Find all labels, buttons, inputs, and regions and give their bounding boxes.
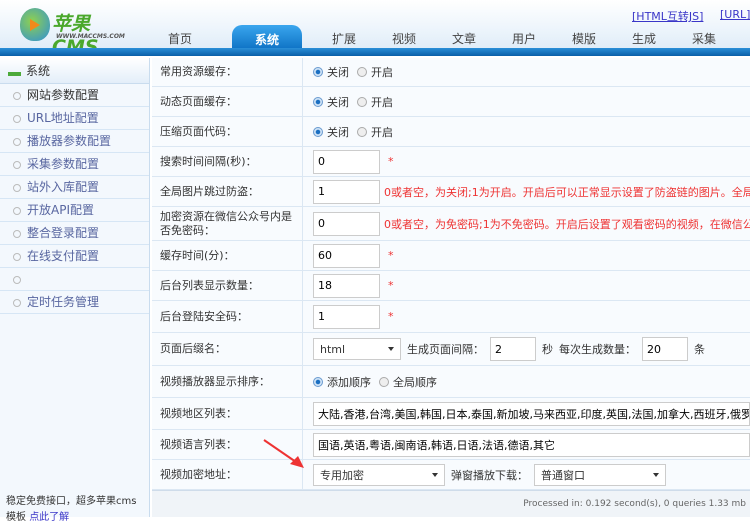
nav-video[interactable]: 视频 bbox=[392, 30, 416, 48]
promo-link[interactable]: 点此了解 bbox=[29, 512, 69, 523]
wechat-password-input[interactable] bbox=[313, 211, 380, 236]
chevron-down-icon bbox=[653, 472, 659, 477]
sidebar-item-timer[interactable]: 定时任务管理 bbox=[0, 291, 149, 314]
required-star: * bbox=[388, 249, 394, 262]
sidebar-item-player-config[interactable]: 播放器参数配置 bbox=[0, 130, 149, 153]
chevron-down-icon bbox=[432, 472, 438, 477]
html-js-link[interactable]: [HTML互转JS] bbox=[632, 8, 703, 24]
sec-unit: 秒 bbox=[542, 343, 553, 356]
sidebar-header: 系统 bbox=[0, 58, 149, 84]
lang-list-input[interactable] bbox=[313, 432, 750, 457]
nav-home[interactable]: 首页 bbox=[168, 30, 192, 48]
area-list-input[interactable] bbox=[313, 401, 750, 426]
row-compress: 压缩页面代码： 关闭 开启 bbox=[152, 117, 750, 147]
label: 压缩页面代码： bbox=[152, 117, 303, 146]
required-star: * bbox=[388, 310, 394, 323]
label: 加密资源在微信公众号内是否免密码： bbox=[152, 207, 303, 240]
interval-input[interactable] bbox=[490, 337, 536, 361]
sidebar-item-url-config[interactable]: URL地址配置 bbox=[0, 107, 149, 130]
hint: 0或者空，为免密码;1为不免密码。开启后设置了观看密码的视频，在微信公众号内 bbox=[384, 217, 750, 231]
hint: 0或者空，为关闭;1为开启。开启后可以正常显示设置了防盗链的图片。全局跳过 bbox=[384, 185, 750, 199]
sitemap-icon bbox=[8, 66, 21, 76]
list-count-input[interactable] bbox=[313, 273, 380, 298]
radio-add-order[interactable]: 添加顺序 bbox=[313, 374, 371, 390]
nav-user[interactable]: 用户 bbox=[512, 30, 536, 48]
required-star: * bbox=[388, 155, 394, 168]
chevron-down-icon bbox=[388, 347, 394, 351]
row-lang-list: 视频语言列表： bbox=[152, 430, 750, 460]
promo-text: 稳定免费接口，超多苹果cms模板 bbox=[6, 496, 137, 523]
required-star: * bbox=[388, 279, 394, 292]
label: 全局图片跳过防盗： bbox=[152, 177, 303, 206]
radio-on[interactable]: 开启 bbox=[357, 124, 393, 140]
sidebar: 系统 网站参数配置 URL地址配置 播放器参数配置 采集参数配置 站外入库配置 … bbox=[0, 58, 150, 523]
sidebar-spacer bbox=[0, 268, 149, 291]
logo-url: WWW.MACCMS.COM bbox=[56, 33, 125, 40]
apple-logo-icon bbox=[20, 8, 50, 41]
nav-template[interactable]: 模版 bbox=[572, 30, 596, 48]
header-bar bbox=[0, 48, 750, 56]
sidebar-item-login-config[interactable]: 整合登录配置 bbox=[0, 222, 149, 245]
label: 视频播放器显示排序： bbox=[152, 366, 303, 397]
count-input[interactable] bbox=[642, 337, 688, 361]
cache-time-input[interactable] bbox=[313, 243, 380, 268]
suffix-select[interactable]: html bbox=[313, 338, 401, 360]
row-search-interval: 搜索时间间隔(秒)： * bbox=[152, 147, 750, 177]
row-player-order: 视频播放器显示排序： 添加顺序 全局顺序 bbox=[152, 366, 750, 398]
settings-form: 常用资源缓存： 关闭 开启 动态页面缓存： 关闭 开启 压缩页面代码： 关闭 开启 搜索时间… bbox=[152, 58, 750, 490]
sidebar-promo: 稳定免费接口，超多苹果cms模板 点此了解 bbox=[6, 494, 146, 526]
radio-off[interactable]: 关闭 bbox=[313, 94, 349, 110]
label: 视频地区列表： bbox=[152, 398, 303, 429]
row-security-code: 后台登陆安全码： * bbox=[152, 301, 750, 333]
header: 苹果CMS WWW.MACCMS.COM 首页 系统 扩展 视频 文章 用户 模… bbox=[0, 0, 750, 58]
image-antileech-input[interactable] bbox=[313, 179, 380, 204]
row-page-suffix: 页面后缀名： html 生成页面间隔： 秒 每次生成数量： 条 bbox=[152, 333, 750, 366]
radio-global-order[interactable]: 全局顺序 bbox=[379, 374, 437, 390]
row-list-count: 后台列表显示数量： * bbox=[152, 271, 750, 301]
count-label: 每次生成数量： bbox=[559, 343, 636, 356]
interval-label: 生成页面间隔： bbox=[407, 343, 484, 356]
sidebar-title: 系统 bbox=[26, 64, 51, 78]
sidebar-item-site-config[interactable]: 网站参数配置 bbox=[0, 84, 149, 107]
sidebar-item-import-config[interactable]: 站外入库配置 bbox=[0, 176, 149, 199]
radio-off[interactable]: 关闭 bbox=[313, 64, 349, 80]
row-image-antileech: 全局图片跳过防盗： 0或者空，为关闭;1为开启。开启后可以正常显示设置了防盗链的图… bbox=[152, 177, 750, 207]
nav-generate[interactable]: 生成 bbox=[632, 30, 656, 48]
sidebar-item-api-config[interactable]: 开放API配置 bbox=[0, 199, 149, 222]
nav-extend[interactable]: 扩展 bbox=[332, 30, 356, 48]
label: 后台登陆安全码： bbox=[152, 301, 303, 332]
label: 动态页面缓存： bbox=[152, 87, 303, 116]
search-interval-input[interactable] bbox=[313, 149, 380, 174]
popup-select[interactable]: 普通窗口 bbox=[534, 463, 666, 486]
label: 常用资源缓存： bbox=[152, 58, 303, 86]
row-area-list: 视频地区列表： bbox=[152, 398, 750, 430]
sidebar-item-collect-config[interactable]: 采集参数配置 bbox=[0, 153, 149, 176]
nav-collect[interactable]: 采集 bbox=[692, 30, 716, 48]
count-unit: 条 bbox=[694, 343, 705, 356]
label: 页面后缀名： bbox=[152, 333, 303, 365]
nav-article[interactable]: 文章 bbox=[452, 30, 476, 48]
red-arrow-annotation-icon bbox=[263, 439, 304, 468]
row-resource-cache: 常用资源缓存： 关闭 开启 bbox=[152, 58, 750, 87]
row-encrypt: 视频加密地址： 专用加密 弹窗播放下载： 普通窗口 bbox=[152, 460, 750, 490]
footer-stats: Processed in: 0.192 second(s), 0 queries… bbox=[152, 490, 750, 517]
security-code-input[interactable] bbox=[313, 304, 380, 329]
label: 后台列表显示数量： bbox=[152, 271, 303, 300]
popup-label: 弹窗播放下载： bbox=[451, 468, 528, 482]
row-dynamic-cache: 动态页面缓存： 关闭 开启 bbox=[152, 87, 750, 117]
logo[interactable]: 苹果CMS WWW.MACCMS.COM bbox=[20, 5, 125, 58]
encrypt-select[interactable]: 专用加密 bbox=[313, 463, 445, 486]
radio-on[interactable]: 开启 bbox=[357, 64, 393, 80]
radio-off[interactable]: 关闭 bbox=[313, 124, 349, 140]
row-wechat-password: 加密资源在微信公众号内是否免密码： 0或者空，为免密码;1为不免密码。开启后设置了… bbox=[152, 207, 750, 241]
sidebar-item-pay-config[interactable]: 在线支付配置 bbox=[0, 245, 149, 268]
label: 缓存时间(分)： bbox=[152, 241, 303, 270]
label: 搜索时间间隔(秒)： bbox=[152, 147, 303, 176]
row-cache-time: 缓存时间(分)： * bbox=[152, 241, 750, 271]
radio-on[interactable]: 开启 bbox=[357, 94, 393, 110]
url-link[interactable]: [URL] bbox=[720, 8, 750, 21]
